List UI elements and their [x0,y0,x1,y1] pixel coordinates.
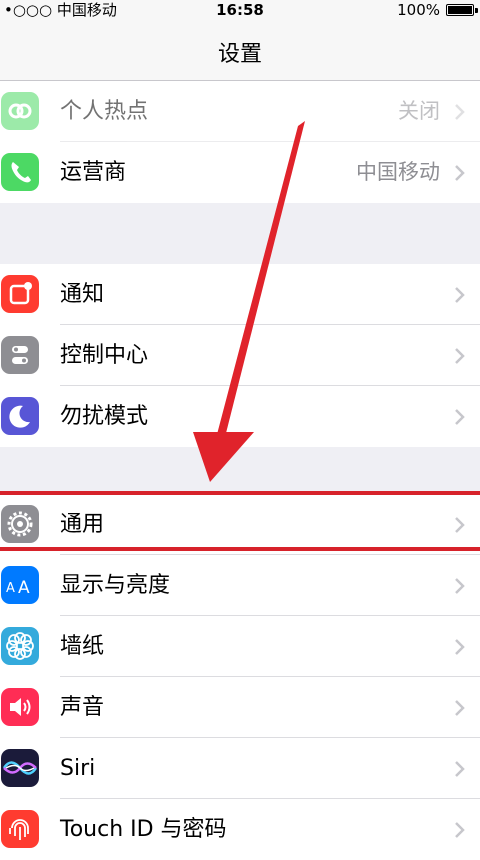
annotation-arrow [193,121,305,482]
